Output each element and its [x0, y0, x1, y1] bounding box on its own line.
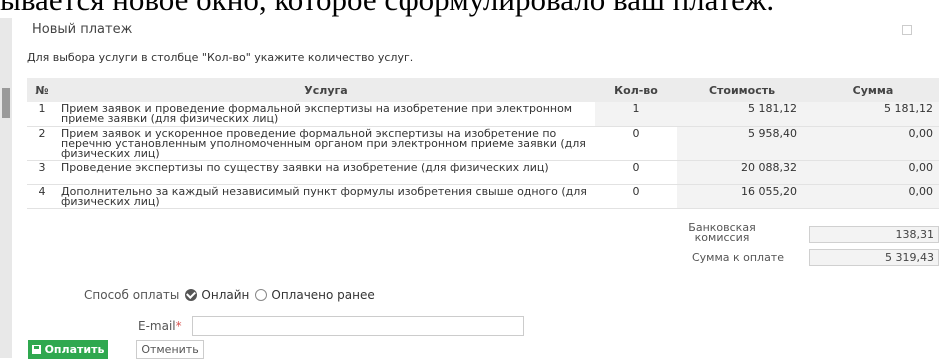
table-row: 4 Дополнительно за каждый независимый пу…: [27, 184, 939, 209]
maximize-icon[interactable]: [902, 25, 912, 35]
col-header-cost: Стоимость: [677, 78, 807, 102]
col-header-qty: Кол-во: [595, 78, 677, 102]
service-name: Прием заявок и проведение формальной экс…: [57, 102, 595, 127]
col-header-service: Услуга: [57, 78, 595, 102]
service-name: Дополнительно за каждый независимый пунк…: [57, 184, 595, 209]
email-row: E-mail *: [138, 316, 524, 336]
row-number: 3: [27, 160, 57, 185]
sum-cell: 0,00: [807, 126, 939, 161]
quantity-cell[interactable]: 0: [595, 160, 677, 185]
option-online-label[interactable]: Онлайн: [201, 288, 249, 302]
cost-cell: 16 055,20: [677, 184, 807, 209]
sum-cell: 0,00: [807, 184, 939, 209]
required-mark: *: [175, 319, 182, 333]
table-row: 2 Прием заявок и ускоренное проведение ф…: [27, 126, 939, 161]
left-scrollbar-strip: [0, 18, 12, 358]
row-number: 1: [27, 102, 57, 127]
row-number: 2: [27, 126, 57, 161]
email-label: E-mail: [138, 319, 176, 333]
cost-cell: 20 088,32: [677, 160, 807, 185]
sum-cell: 0,00: [807, 160, 939, 185]
cost-cell: 5 181,12: [677, 102, 807, 127]
cancel-button[interactable]: Отменить: [136, 340, 204, 359]
commission-label-line2: комиссия: [694, 231, 750, 244]
col-header-sum: Сумма: [807, 78, 939, 102]
sum-cell: 5 181,12: [807, 102, 939, 127]
total-label: Сумма к оплате: [691, 251, 784, 264]
payment-method-row: Способ оплаты Онлайн Оплачено ранее: [84, 288, 375, 302]
new-payment-dialog: Новый платеж Для выбора услуги в столбце…: [18, 18, 952, 359]
radio-online-checked-icon[interactable]: [185, 289, 198, 301]
service-name: Проведение экспертизы по существу заявки…: [57, 160, 595, 185]
table-header-row: № Услуга Кол-во Стоимость Сумма: [27, 78, 939, 102]
payment-method-label: Способ оплаты: [84, 288, 180, 302]
save-icon: [31, 345, 41, 354]
table-row: 3 Проведение экспертизы по существу заяв…: [27, 160, 939, 185]
instruction-text: Для выбора услуги в столбце "Кол-во" ука…: [27, 51, 414, 64]
quantity-cell[interactable]: 0: [595, 126, 677, 161]
commission-value: 138,31: [809, 226, 939, 243]
commission-label: Банковская комиссия: [670, 222, 774, 244]
pay-button-label: Оплатить: [44, 343, 105, 356]
service-name: Прием заявок и ускоренное проведение фор…: [57, 126, 595, 161]
dialog-title: Новый платеж: [32, 22, 133, 37]
col-header-num: №: [27, 78, 57, 102]
cost-cell: 5 958,40: [677, 126, 807, 161]
background-document-text: ывается новое окно, которое сформулирова…: [0, 0, 952, 18]
services-table: № Услуга Кол-во Стоимость Сумма 1 Прием …: [27, 78, 939, 209]
radio-paid-earlier-icon[interactable]: [255, 289, 268, 301]
quantity-cell[interactable]: 1: [595, 102, 677, 127]
row-number: 4: [27, 184, 57, 209]
quantity-cell[interactable]: 0: [595, 184, 677, 209]
table-row: 1 Прием заявок и проведение формальной э…: [27, 102, 939, 127]
pay-button[interactable]: Оплатить: [28, 340, 108, 359]
scroll-thumb[interactable]: [2, 88, 10, 118]
total-value: 5 319,43: [809, 249, 939, 266]
option-paid-earlier-label[interactable]: Оплачено ранее: [271, 288, 374, 302]
email-field[interactable]: [191, 316, 524, 336]
